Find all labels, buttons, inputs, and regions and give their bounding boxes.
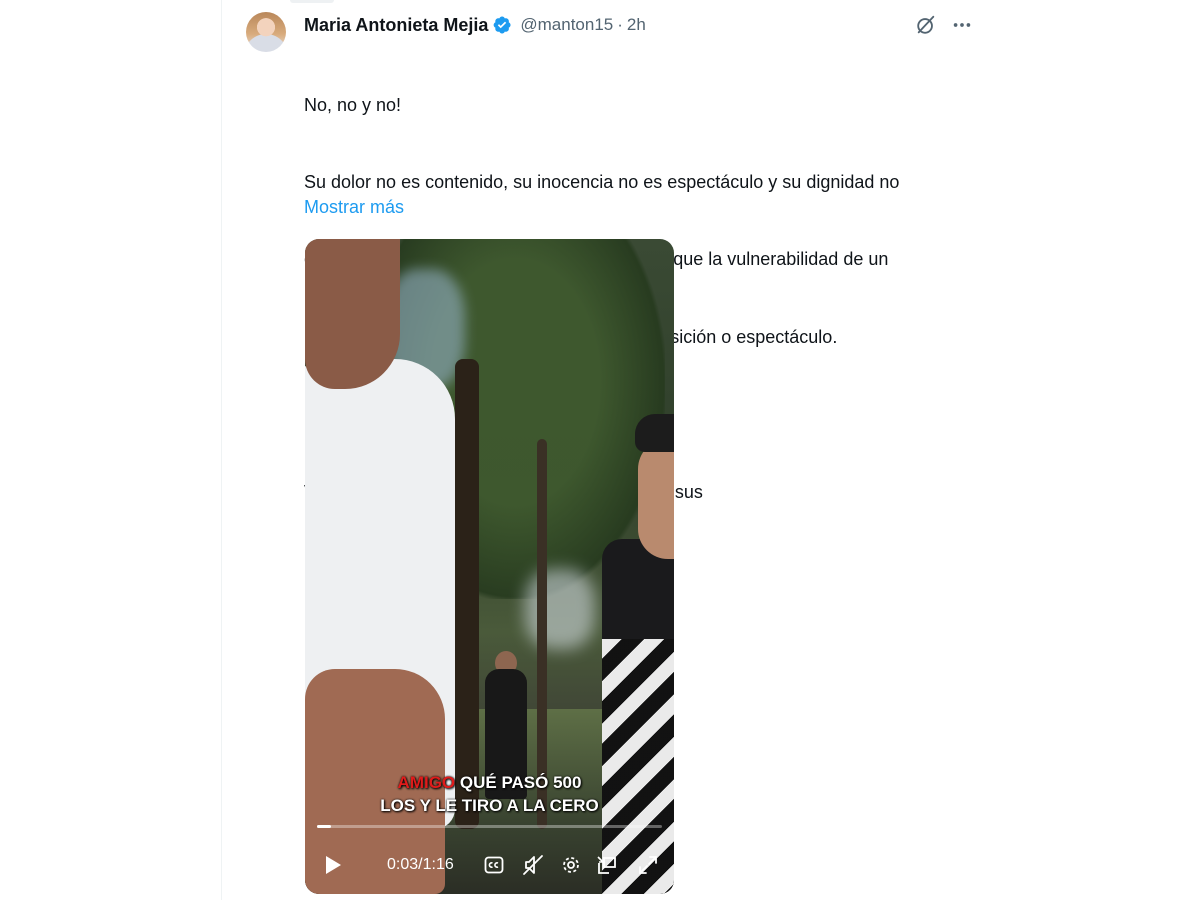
tweet-text-line: Su dolor no es contenido, su inocencia n…: [304, 171, 900, 192]
video-progress-fill: [317, 825, 331, 828]
separator-dot: ·: [617, 15, 623, 34]
video-frame-sky: [525, 569, 595, 649]
tweet-text-line: No, no y no!: [304, 94, 402, 115]
play-button[interactable]: [319, 845, 347, 885]
captions-icon: [484, 856, 504, 874]
muted-icon: [523, 855, 543, 875]
video-caption-highlight: AMIGO: [397, 773, 456, 792]
settings-button[interactable]: [558, 845, 584, 885]
show-more-link[interactable]: Mostrar más: [304, 197, 404, 218]
picture-in-picture-icon: [597, 856, 616, 874]
author-name[interactable]: Maria Antonieta Mejia: [304, 15, 488, 36]
video-caption-line-1: AMIGO QUÉ PASÓ 500: [305, 771, 674, 794]
fullscreen-icon: [639, 856, 657, 874]
video-current-time: 0:03: [387, 856, 419, 873]
captions-button[interactable]: [481, 845, 507, 885]
verified-badge-icon[interactable]: [492, 15, 512, 35]
video-frame-person-left-head: [305, 239, 400, 389]
tweet-header: Maria Antonieta Mejia @manton15 · 2h: [304, 13, 646, 37]
video-controls: 0:03 / 1:16: [305, 845, 674, 885]
video-frame-cap: [635, 414, 674, 452]
video-progress-bar[interactable]: [317, 825, 662, 828]
timeline-left-border: [221, 0, 222, 900]
play-icon: [326, 856, 341, 874]
settings-icon: [563, 857, 579, 873]
grok-icon[interactable]: [915, 14, 937, 36]
video-caption-text: QUÉ PASÓ 500: [455, 773, 582, 792]
avatar[interactable]: [246, 12, 286, 52]
author-handle[interactable]: @manton15: [520, 15, 613, 35]
previous-post-edge: [290, 0, 334, 3]
video-time-readout: 0:03 / 1:16: [387, 845, 454, 885]
fullscreen-button[interactable]: [635, 845, 661, 885]
video-frame-person-right-head: [638, 439, 674, 559]
video-player[interactable]: AMIGO QUÉ PASÓ 500 LOS Y LE TIRO A LA CE…: [305, 239, 674, 894]
video-frame-tree-trunk: [455, 359, 479, 829]
post-time[interactable]: 2h: [627, 15, 646, 35]
more-icon[interactable]: [950, 14, 974, 36]
mute-button[interactable]: [520, 845, 546, 885]
video-caption-line-2: LOS Y LE TIRO A LA CERO: [380, 796, 599, 815]
video-duration: 1:16: [422, 856, 454, 873]
video-caption: AMIGO QUÉ PASÓ 500 LOS Y LE TIRO A LA CE…: [305, 771, 674, 817]
picture-in-picture-button[interactable]: [594, 845, 620, 885]
